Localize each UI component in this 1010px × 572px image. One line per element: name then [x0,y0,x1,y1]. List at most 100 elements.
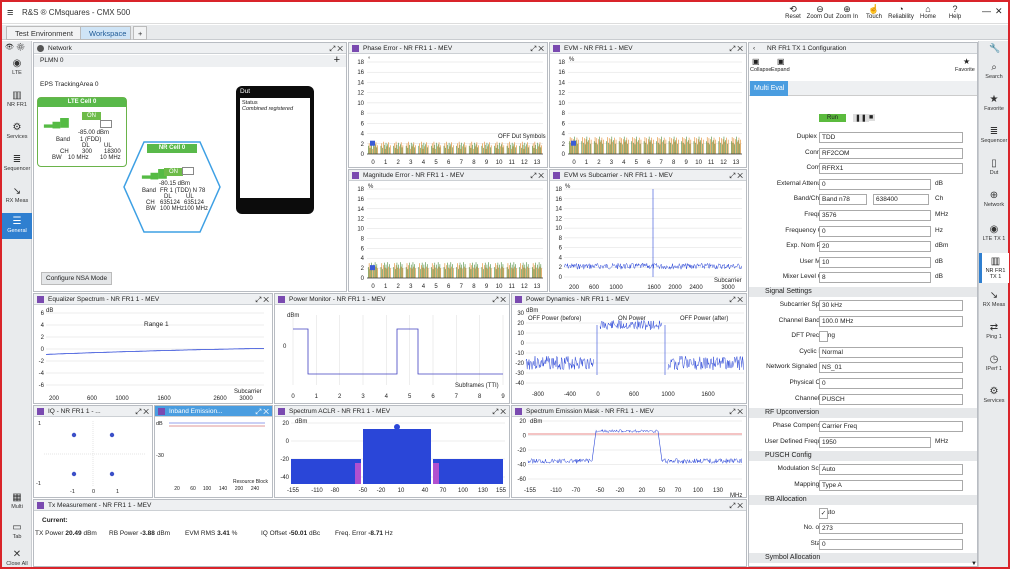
aclr-panel: Spectrum ACLR - NR FR1 1 - MEV ⤢ ✕ 20 0 -20… [274,405,510,498]
bar [478,145,479,154]
panel-controls[interactable]: ⤢ ✕ [255,406,269,416]
minimize-icon[interactable]: — [982,6,991,16]
eye-icon[interactable]: 👁 ⚙ [5,43,25,51]
right-sidebar-dut[interactable]: ▯ Dut [979,155,1009,185]
expand-label[interactable]: Expand [771,67,790,73]
tab-multi-eval[interactable]: Multi Eval [750,81,789,96]
panel-controls[interactable]: ⤢ ✕ [492,406,506,416]
left-sidebar-services[interactable]: ⚙ Services [2,119,32,145]
run-button[interactable]: Run [819,114,847,122]
panel-controls[interactable]: ⤢ ✕ [729,170,743,180]
right-sidebar-ping-1[interactable]: ⇄ Ping 1 [979,319,1009,349]
lte-power-toggle[interactable] [100,120,112,128]
config-row-modulation-scheme: Modulation Scheme Auto [749,463,977,476]
nr-power-toggle[interactable] [182,167,194,175]
bar [532,145,533,154]
x-tick-label: 7 [460,160,464,166]
bar [538,144,540,154]
panel-controls[interactable]: ⤢ ✕ [530,170,544,180]
toolbar-label: Home [919,14,936,20]
wrench-icon[interactable]: 🔧 [989,43,1000,54]
bar [635,139,637,154]
configure-nsa-button[interactable]: Configure NSA Mode [41,272,113,285]
favorite-icon[interactable]: ★ [963,57,970,66]
panel-controls[interactable]: ⤢ ✕ [135,406,149,416]
right-sidebar-sequencer[interactable]: ≣ Sequencer [979,123,1009,153]
section-symbol-allocation[interactable]: Symbol Allocation [749,553,977,564]
dut-phone[interactable]: Dut Status Combined registered [236,86,314,214]
right-sidebar-lte-tx-1[interactable]: ◉ LTE TX 1 [979,221,1009,251]
right-sidebar-network[interactable]: ⊕ Network [979,187,1009,217]
lte-state-button[interactable]: ON [82,112,101,120]
section-signal-settings[interactable]: Signal Settings [749,287,977,297]
x-tick-label: 10 [496,160,503,166]
section-rb-allocation[interactable]: RB Allocation [749,494,977,505]
left-sidebar-lte[interactable]: ◉ LTE [2,55,32,81]
bar [481,145,483,154]
panel-controls[interactable]: ⤢ ✕ [729,500,743,510]
right-sidebar-rx-meas[interactable]: ↘ RX Meas [979,287,1009,317]
add-icon[interactable]: + [334,54,340,66]
y-tick-label: 12 [555,216,562,222]
left-sidebar-nr-fr1[interactable]: ▥ NR FR1 [2,87,32,113]
x-tick-label: 1000 [661,392,675,398]
panel-controls[interactable]: ⤢ ✕ [492,294,506,304]
section-rf-upconversion[interactable]: RF Upconversion [749,408,977,419]
back-icon[interactable]: ‹ [753,43,755,53]
hamburger-menu-icon[interactable]: ≡ [7,7,13,19]
multi-icon: ▦ [12,492,22,503]
tx-meas-rb-power: RB Power -3.88 dBm [109,530,171,537]
right-sidebar-favorite[interactable]: ★ Favorite [979,91,1009,121]
scroll-down-icon[interactable]: ▼ [971,561,977,566]
services-icon: ⚙ [12,122,22,133]
bar [448,264,450,278]
left-sidebar-sequencer[interactable]: ≣ Sequencer [2,151,32,177]
collapse-icon[interactable]: ▣ [752,57,760,66]
bar [486,142,488,154]
panel-controls[interactable]: ⤢ ✕ [255,294,269,304]
bar [519,145,520,154]
x-tick-label: 4 [422,160,426,166]
bar [435,267,436,278]
bar [702,139,704,154]
stop-icon[interactable]: ■ [867,114,876,121]
left-sidebar-multi[interactable]: ▦ Multi [2,489,32,515]
x-tick-label: -155 [287,488,300,494]
panel-controls[interactable]: ⤢ ✕ [729,406,743,416]
expand-icon[interactable]: ▣ [777,57,785,66]
y-tick-label: 10 [357,101,364,107]
marker [394,424,400,430]
sidebar-label: Dut [989,170,999,176]
tab-workspace[interactable]: Workspace [80,26,131,40]
panel-controls[interactable]: ⤢ ✕ [530,43,544,53]
collapse-label[interactable]: Collapse [750,67,771,73]
toolbar-help-button[interactable]: ? Help [939,4,971,22]
right-sidebar-services[interactable]: ⚙ Services [979,383,1009,413]
panel-controls[interactable]: ⤢ ✕ [729,294,743,304]
bar [663,140,664,154]
nr-cell-header[interactable]: NR Cell 0 [147,144,197,153]
bar [478,268,479,278]
left-sidebar-rx-meas[interactable]: ↘ RX Meas [2,183,32,209]
lte-cell-card[interactable]: LTE Cell 0 ▂▄▆ ON -85.00 dBm Band 1 (FDD… [37,97,127,167]
bar [623,139,624,154]
section-pusch-config[interactable]: PUSCH Config [749,451,977,462]
bar [389,264,390,278]
left-sidebar-tab[interactable]: ▭ Tab [2,519,32,545]
right-sidebar-iperf-1[interactable]: ◷ IPerf 1 [979,351,1009,381]
left-sidebar-general[interactable]: ☰ General [2,213,32,239]
left-sidebar-close-all[interactable]: ✕ Close All [2,546,32,572]
nr-state-button[interactable]: ON [164,168,183,176]
close-window-icon[interactable]: ✕ [995,6,1003,17]
right-sidebar-nr-fr1-tx-1[interactable]: ▥ NR FR1 TX 1 [979,253,1009,283]
bar [463,266,465,278]
right-sidebar-search[interactable]: ⌕ Search [979,59,1009,89]
tab-add-button[interactable]: + [133,26,148,40]
panel-controls[interactable]: ⤢ ✕ [329,43,343,53]
panel-controls[interactable]: ⤢ ✕ [729,43,743,53]
bar [622,144,623,154]
favorite-label[interactable]: Favorite [955,67,975,73]
bar [388,266,389,278]
tab-test-environment[interactable]: Test Environment [6,26,82,40]
bar [498,148,500,154]
